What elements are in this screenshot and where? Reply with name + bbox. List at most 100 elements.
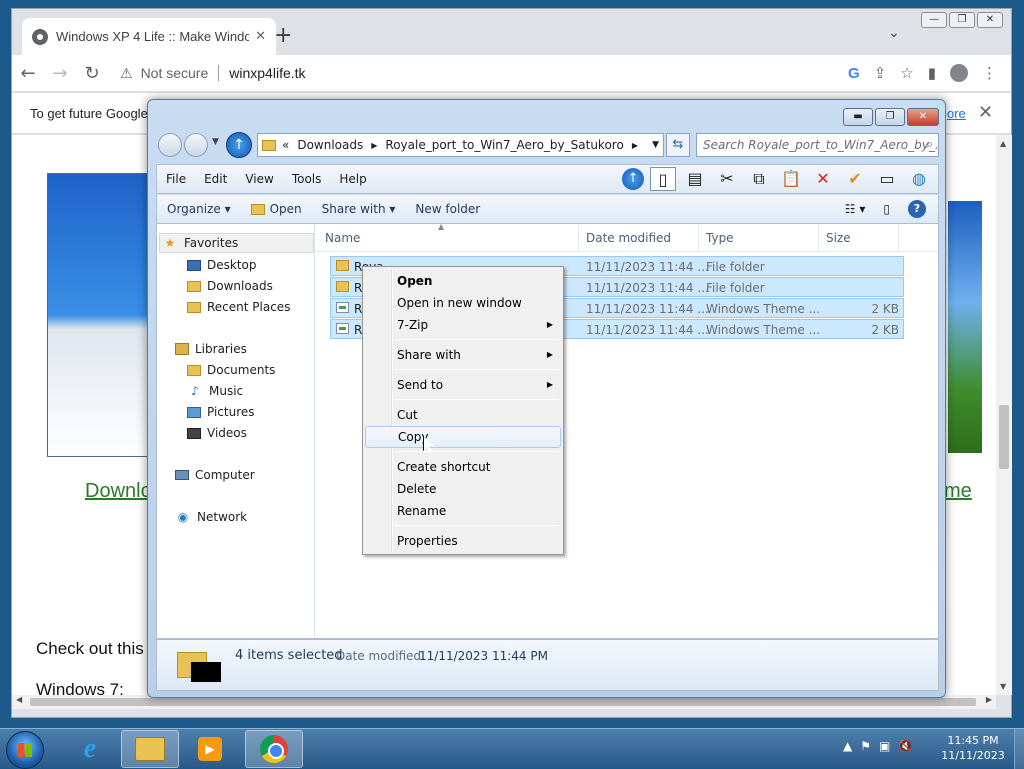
- menu-edit[interactable]: Edit: [195, 172, 236, 186]
- properties-icon[interactable]: ▭: [874, 167, 900, 191]
- close-icon[interactable]: ✕: [978, 102, 993, 123]
- bookmark-star-icon[interactable]: ☆: [900, 64, 913, 82]
- chevron-right-icon[interactable]: ▶: [371, 141, 377, 150]
- column-divider[interactable]: [578, 224, 579, 252]
- taskbar-media-player[interactable]: ▶: [181, 730, 239, 768]
- nav-desktop[interactable]: Desktop: [187, 258, 257, 272]
- minimize-button[interactable]: —: [921, 12, 947, 28]
- menu-open[interactable]: Open: [365, 270, 561, 292]
- nav-downloads[interactable]: Downloads: [187, 279, 273, 293]
- change-view-icon[interactable]: ☷ ▾: [845, 202, 866, 216]
- help-icon[interactable]: ?: [908, 200, 926, 218]
- new-tab-button[interactable]: +: [274, 25, 292, 47]
- menu-share-with[interactable]: Share with ▶: [365, 344, 561, 366]
- close-button[interactable]: ✕: [977, 12, 1003, 28]
- globe-icon[interactable]: ◍: [906, 167, 932, 191]
- menu-file[interactable]: File: [157, 172, 195, 186]
- breadcrumb-overflow[interactable]: «: [282, 138, 289, 152]
- menu-copy[interactable]: Copy: [365, 426, 561, 448]
- column-name[interactable]: Name: [325, 231, 360, 245]
- address-bar[interactable]: ⚠ Not secure winxp4life.tk: [116, 59, 766, 87]
- wallpaper-thumbnail[interactable]: [948, 201, 982, 453]
- menu-help[interactable]: Help: [330, 172, 375, 186]
- chevron-right-icon[interactable]: ▶: [632, 141, 638, 150]
- scroll-left-icon[interactable]: ◀: [16, 695, 22, 704]
- menu-properties[interactable]: Properties: [365, 530, 561, 552]
- security-label[interactable]: Not secure: [141, 65, 209, 81]
- nav-documents[interactable]: Documents: [187, 363, 275, 377]
- taskbar-chrome[interactable]: [245, 730, 303, 768]
- column-divider[interactable]: [818, 224, 819, 252]
- forward-button[interactable]: →: [44, 63, 76, 84]
- cut-scissors-icon[interactable]: ✂: [714, 167, 740, 191]
- scroll-down-icon[interactable]: ▼: [1000, 682, 1006, 691]
- start-button[interactable]: [6, 731, 44, 769]
- google-lens-icon[interactable]: G: [848, 65, 860, 82]
- side-panel-icon[interactable]: ▮: [928, 64, 936, 82]
- refresh-button[interactable]: ⇆: [666, 133, 690, 157]
- nav-recent-places[interactable]: Recent Places: [187, 300, 290, 314]
- download-link[interactable]: Downlo: [85, 480, 152, 503]
- vertical-scrollbar[interactable]: ▲ ▼: [996, 135, 1012, 695]
- nav-videos[interactable]: Videos: [187, 426, 247, 440]
- nav-libraries[interactable]: Libraries: [175, 342, 247, 356]
- up-folder-button[interactable]: ↑: [226, 132, 252, 158]
- url-text[interactable]: winxp4life.tk: [229, 65, 305, 81]
- column-type[interactable]: Type: [706, 231, 734, 245]
- menu-rename[interactable]: Rename: [365, 500, 561, 522]
- nav-network[interactable]: ◉ Network: [175, 510, 247, 524]
- minimize-button[interactable]: ▬: [843, 108, 873, 126]
- folders-pane-icon[interactable]: ▯: [650, 167, 676, 191]
- paste-icon[interactable]: 📋: [778, 167, 804, 191]
- menu-open-new-window[interactable]: Open in new window: [365, 292, 561, 314]
- column-size[interactable]: Size: [826, 231, 851, 245]
- info-bar-link[interactable]: ore: [947, 106, 966, 121]
- open-button[interactable]: Open: [241, 202, 312, 216]
- close-tab-icon[interactable]: ✕: [255, 29, 266, 44]
- up-arrow-icon[interactable]: ↑: [622, 168, 644, 190]
- close-button[interactable]: ✕: [907, 108, 939, 126]
- scroll-thumb-horizontal[interactable]: [30, 698, 976, 706]
- folder-options-icon[interactable]: ▤: [682, 167, 708, 191]
- explorer-address-bar[interactable]: « Downloads ▶ Royale_port_to_Win7_Aero_b…: [257, 133, 664, 157]
- tab-search-chevron-icon[interactable]: ⌄: [888, 25, 900, 41]
- nav-pictures[interactable]: Pictures: [187, 405, 255, 419]
- new-folder-button[interactable]: New folder: [405, 202, 490, 216]
- search-icon[interactable]: ⌕: [926, 137, 933, 152]
- menu-view[interactable]: View: [236, 172, 282, 186]
- menu-tools[interactable]: Tools: [283, 172, 331, 186]
- taskbar-windows-explorer[interactable]: [121, 730, 179, 768]
- back-button[interactable]: ←: [12, 63, 44, 84]
- maximize-button[interactable]: ❐: [875, 108, 905, 126]
- browser-tab[interactable]: Windows XP 4 Life :: Make Windo ✕: [22, 18, 276, 55]
- scroll-thumb[interactable]: [999, 405, 1009, 469]
- show-hidden-icons-icon[interactable]: ▲: [843, 739, 852, 753]
- column-date-modified[interactable]: Date modified: [586, 231, 671, 245]
- profile-avatar[interactable]: [950, 64, 968, 82]
- share-icon[interactable]: ⇪: [874, 64, 887, 82]
- menu-create-shortcut[interactable]: Create shortcut: [365, 456, 561, 478]
- volume-muted-icon[interactable]: 🔇: [898, 739, 913, 753]
- menu-cut[interactable]: Cut: [365, 404, 561, 426]
- forward-button[interactable]: [184, 133, 208, 157]
- chevron-down-icon[interactable]: ▼: [652, 140, 659, 150]
- back-button[interactable]: [158, 133, 182, 157]
- nav-computer[interactable]: Computer: [175, 468, 255, 482]
- breadcrumb-current-folder[interactable]: Royale_port_to_Win7_Aero_by_Satukoro: [385, 138, 623, 152]
- nav-music[interactable]: ♪ Music: [187, 384, 243, 398]
- maximize-button[interactable]: ❐: [949, 12, 975, 28]
- preview-pane-icon[interactable]: ▯: [883, 202, 890, 216]
- undo-check-icon[interactable]: ✔: [842, 167, 868, 191]
- scroll-right-icon[interactable]: ▶: [986, 695, 992, 704]
- breadcrumb-downloads[interactable]: Downloads: [297, 138, 363, 152]
- nav-favorites[interactable]: ★ Favorites: [159, 233, 314, 253]
- menu-7zip[interactable]: 7-Zip ▶: [365, 314, 561, 336]
- menu-send-to[interactable]: Send to ▶: [365, 374, 561, 396]
- screenshot-thumbnail[interactable]: [47, 173, 157, 457]
- more-menu-icon[interactable]: ⋮: [982, 64, 997, 82]
- action-center-flag-icon[interactable]: ⚑: [860, 739, 871, 753]
- share-with-button[interactable]: Share with ▾: [312, 202, 406, 216]
- theme-link[interactable]: me: [944, 480, 972, 503]
- chevron-down-icon[interactable]: ▼: [212, 137, 219, 147]
- show-desktop-button[interactable]: [1014, 729, 1024, 769]
